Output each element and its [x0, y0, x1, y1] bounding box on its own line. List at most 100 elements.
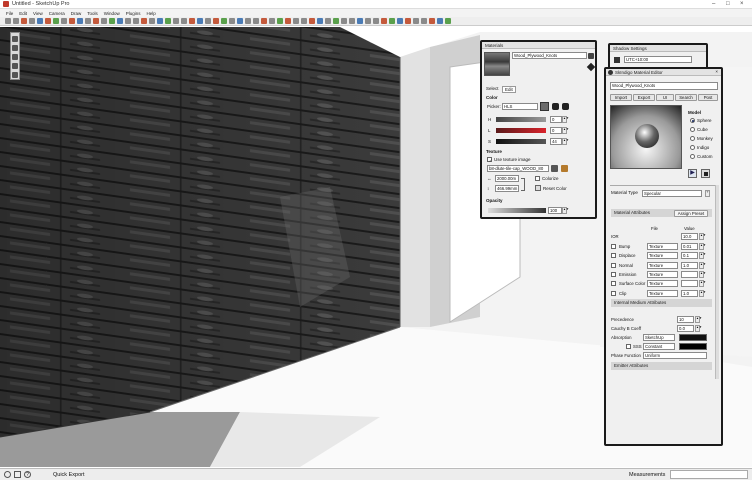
toolbar-tool-icon[interactable]: [237, 18, 243, 24]
toolbar-tool-icon[interactable]: [365, 18, 371, 24]
toolbar-tool-icon[interactable]: [77, 18, 83, 24]
emission-type-select[interactable]: Texture: [647, 270, 678, 278]
toolbar-tool-icon[interactable]: [357, 18, 363, 24]
s-slider[interactable]: [496, 139, 546, 144]
material-type-help-icon[interactable]: ?: [705, 190, 710, 197]
l-slider[interactable]: [496, 128, 546, 133]
toolbar-tool-icon[interactable]: [309, 18, 315, 24]
clip-value-field[interactable]: 1.0: [681, 289, 698, 297]
toolbar-tool-icon[interactable]: [413, 18, 419, 24]
toolbar-tool-icon[interactable]: [117, 18, 123, 24]
clip-checkbox[interactable]: [611, 290, 616, 296]
l-spinner[interactable]: ▲▼: [562, 127, 569, 134]
toolbar-tool-icon[interactable]: [45, 18, 51, 24]
toolbar-tool-icon[interactable]: [317, 18, 323, 24]
use-texture-checkbox[interactable]: ✓: [487, 157, 492, 163]
model-monkey-radio[interactable]: [690, 136, 695, 141]
normal-type-select[interactable]: Texture: [647, 261, 678, 269]
toolbar-tool-icon[interactable]: [253, 18, 259, 24]
toolbar-tool-icon[interactable]: [149, 18, 155, 24]
displace-checkbox[interactable]: [611, 253, 616, 259]
toolbar-tool-icon[interactable]: [61, 18, 67, 24]
editor-scrollbar[interactable]: [715, 185, 719, 379]
toolbar-tool-icon[interactable]: [69, 18, 75, 24]
toolbar-tool-icon[interactable]: [293, 18, 299, 24]
cauchy-field[interactable]: 0.0: [677, 325, 694, 332]
status-info-icon[interactable]: [4, 471, 11, 478]
normal-spinner[interactable]: ▲▼: [699, 261, 706, 269]
toolbar-tool-icon[interactable]: [197, 18, 203, 24]
toolbar-tool-icon[interactable]: [389, 18, 395, 24]
precedence-field[interactable]: 10: [677, 316, 694, 323]
export-button[interactable]: Export: [633, 94, 655, 101]
reset-color-swatch[interactable]: [535, 185, 541, 191]
phase-function-select[interactable]: Uniform: [643, 352, 707, 359]
menu-plugins[interactable]: Plugins: [126, 11, 141, 16]
ior-value-field[interactable]: 10.0: [681, 233, 698, 240]
toolbar-tool-icon[interactable]: [437, 18, 443, 24]
toolbar-tool-icon[interactable]: [125, 18, 131, 24]
toolbar-tool-icon[interactable]: [397, 18, 403, 24]
toolbar-tool-icon[interactable]: [173, 18, 179, 24]
displace-type-select[interactable]: Texture: [647, 252, 678, 260]
emission-checkbox[interactable]: [611, 271, 616, 277]
cauchy-spinner[interactable]: ▲▼: [695, 325, 702, 332]
import-button[interactable]: Import: [610, 94, 632, 101]
normal-value-field[interactable]: 1.0: [681, 261, 698, 269]
displace-value-field[interactable]: 0.1: [681, 252, 698, 260]
toolbar-tool-icon[interactable]: [445, 18, 451, 24]
edit-texture-icon[interactable]: [551, 165, 558, 172]
menu-camera[interactable]: Camera: [49, 11, 65, 16]
sss-select[interactable]: Constant: [643, 343, 675, 350]
opacity-spinner[interactable]: ▲▼: [562, 207, 569, 214]
toolbar-tool-icon[interactable]: [373, 18, 379, 24]
bump-checkbox[interactable]: [611, 244, 616, 249]
help-icon[interactable]: ?: [24, 471, 31, 478]
menu-edit[interactable]: Edit: [19, 11, 27, 16]
menu-tools[interactable]: Tools: [87, 11, 98, 16]
toolbar-tool-icon[interactable]: [381, 18, 387, 24]
surface-color-checkbox[interactable]: [611, 281, 616, 287]
absorption-select[interactable]: SketchUp: [643, 334, 675, 341]
toolbar-tool-icon[interactable]: [101, 18, 107, 24]
displace-spinner[interactable]: ▲▼: [699, 252, 706, 260]
pan-tool-icon[interactable]: [12, 72, 18, 78]
create-material-icon[interactable]: [588, 53, 594, 59]
toolbar-tool-icon[interactable]: [285, 18, 291, 24]
toolbar-tool-icon[interactable]: [189, 18, 195, 24]
assign-preset-button[interactable]: Assign Preset: [674, 210, 708, 217]
h-spinner[interactable]: ▲▼: [562, 116, 569, 123]
toolbar-tool-icon[interactable]: [5, 18, 11, 24]
toolbar-tool-icon[interactable]: [13, 18, 19, 24]
opacity-slider[interactable]: [488, 208, 546, 213]
picker-select[interactable]: HLS: [502, 103, 538, 110]
measurements-field[interactable]: [670, 470, 748, 479]
h-slider[interactable]: [496, 117, 546, 122]
h-value-field[interactable]: 0: [550, 116, 562, 123]
close-icon[interactable]: ×: [740, 1, 744, 7]
texture-file-field[interactable]: b8-dlute-tile-cap_WOOD_80: [487, 165, 549, 172]
reset-color-label[interactable]: Reset Color: [543, 186, 567, 191]
utc-select[interactable]: UTC+10:00: [624, 56, 692, 63]
bump-type-select[interactable]: Texture: [647, 243, 678, 250]
eraser-tool-icon[interactable]: [12, 45, 18, 51]
surface-color-type-select[interactable]: Texture: [647, 280, 678, 288]
bump-value-field[interactable]: 0.01: [681, 243, 698, 250]
toolbar-tool-icon[interactable]: [429, 18, 435, 24]
search-button[interactable]: Search: [675, 94, 697, 101]
model-cube-radio[interactable]: [690, 127, 695, 132]
bump-spinner[interactable]: ▲▼: [699, 243, 706, 250]
texture-width-field[interactable]: 2000.00m: [495, 175, 519, 182]
toolbar-tool-icon[interactable]: [165, 18, 171, 24]
ior-spinner[interactable]: ▲▼: [699, 233, 706, 240]
credits-icon[interactable]: [14, 471, 21, 478]
absorption-color-swatch[interactable]: [679, 334, 707, 341]
toolbar-tool-icon[interactable]: [421, 18, 427, 24]
precedence-spinner[interactable]: ▲▼: [695, 316, 702, 323]
select-tool-icon[interactable]: [12, 36, 18, 42]
toolbar-tool-icon[interactable]: [277, 18, 283, 24]
maximize-icon[interactable]: □: [726, 1, 730, 7]
lock-aspect-icon[interactable]: [521, 178, 525, 191]
toolbar-tool-icon[interactable]: [269, 18, 275, 24]
texture-height-field[interactable]: 466.99mm: [495, 185, 519, 192]
